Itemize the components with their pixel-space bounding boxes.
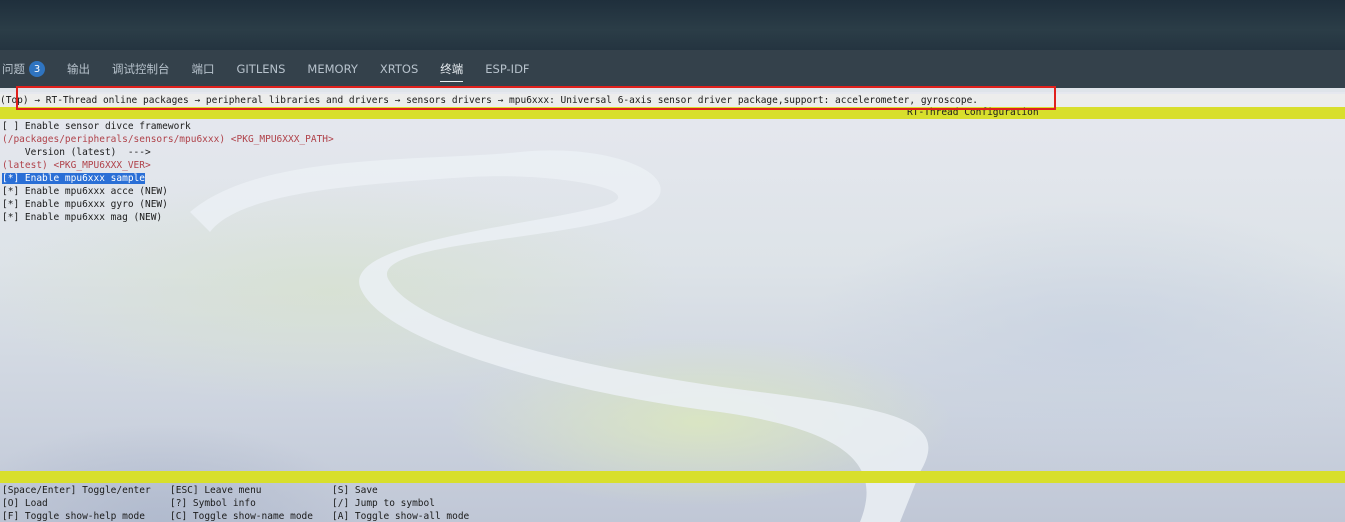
help-toggle-help-mode: [F] Toggle show-help mode: [2, 511, 145, 522]
help-load: [O] Load: [2, 498, 48, 509]
menu-item-text-selected: [*] Enable mpu6xxx sample: [2, 173, 145, 184]
menu-item-text: (latest) <PKG_MPU6XXX_VER>: [2, 160, 151, 171]
terminal-view[interactable]: (Top) → RT-Thread online packages → peri…: [0, 86, 1345, 522]
menu-item-text: [ ] Enable sensor divce framework: [2, 121, 191, 132]
tab-debug-console[interactable]: 调试控制台: [101, 50, 181, 88]
tab-esp-idf[interactable]: ESP-IDF: [474, 50, 540, 88]
menu-item-enable-sample[interactable]: [*] Enable mpu6xxx sample: [2, 172, 334, 185]
panel-tab-bar: 问题 3 输出 调试控制台 端口 GITLENS MEMORY XRTOS 终端…: [0, 50, 1345, 88]
tab-label: 终端: [440, 62, 464, 76]
tab-label: 端口: [191, 62, 215, 76]
menu-item-enable-acce[interactable]: [*] Enable mpu6xxx acce (NEW): [2, 185, 334, 198]
help-save: [S] Save: [332, 485, 378, 496]
menu-item-text: [*] Enable mpu6xxx gyro (NEW): [2, 199, 168, 210]
help-symbol-info: [?] Symbol info: [170, 498, 256, 509]
menu-item-pkg-path[interactable]: (/packages/peripherals/sensors/mpu6xxx) …: [2, 133, 334, 146]
menuconfig-list: [ ] Enable sensor divce framework (/pack…: [2, 120, 334, 224]
help-toggle-enter: [Space/Enter] Toggle/enter: [2, 485, 151, 496]
tab-label: 调试控制台: [112, 62, 170, 76]
menu-item-text: [*] Enable mpu6xxx acce (NEW): [2, 186, 168, 197]
menu-breadcrumb-path: (Top) → RT-Thread online packages → peri…: [0, 94, 1345, 107]
tab-ports[interactable]: 端口: [181, 50, 226, 88]
menu-item-enable-gyro[interactable]: [*] Enable mpu6xxx gyro (NEW): [2, 198, 334, 211]
help-leave-menu: [ESC] Leave menu: [170, 485, 262, 496]
help-row: [O] Load [?] Symbol info [/] Jump to sym…: [2, 497, 532, 510]
tab-terminal[interactable]: 终端: [429, 50, 474, 88]
tab-label: XRTOS: [379, 62, 419, 76]
tab-gitlens[interactable]: GITLENS: [226, 50, 297, 88]
help-row: [F] Toggle show-help mode [C] Toggle sho…: [2, 510, 532, 522]
key-help: [Space/Enter] Toggle/enter [ESC] Leave m…: [2, 484, 532, 522]
help-toggle-all-mode: [A] Toggle show-all mode: [332, 511, 470, 522]
tab-label: MEMORY: [307, 62, 358, 76]
help-jump-to-symbol: [/] Jump to symbol: [332, 498, 435, 509]
problems-count-badge: 3: [29, 61, 45, 77]
menu-item-version[interactable]: Version (latest) --->: [2, 146, 334, 159]
tab-label: 问题: [2, 62, 25, 76]
tab-label: ESP-IDF: [485, 62, 530, 76]
background-header: [0, 0, 1345, 50]
status-bar: [0, 471, 1345, 483]
title-bar: [0, 107, 1345, 119]
help-toggle-name-mode: [C] Toggle show-name mode: [170, 511, 313, 522]
tab-problems[interactable]: 问题 3: [0, 50, 56, 88]
tab-label: 输出: [67, 62, 90, 76]
menu-item-text: Version (latest) --->: [2, 147, 151, 158]
menu-item-pkg-ver[interactable]: (latest) <PKG_MPU6XXX_VER>: [2, 159, 334, 172]
tab-label: GITLENS: [236, 62, 286, 76]
menu-item-enable-mag[interactable]: [*] Enable mpu6xxx mag (NEW): [2, 211, 334, 224]
config-title: RT-Thread Configuration: [907, 107, 1039, 118]
help-row: [Space/Enter] Toggle/enter [ESC] Leave m…: [2, 484, 532, 497]
tab-xrtos[interactable]: XRTOS: [369, 50, 429, 88]
menu-item-text: [*] Enable mpu6xxx mag (NEW): [2, 212, 163, 223]
tab-output[interactable]: 输出: [56, 50, 101, 88]
tab-memory[interactable]: MEMORY: [296, 50, 368, 88]
menu-item-text: (/packages/peripherals/sensors/mpu6xxx) …: [2, 134, 334, 145]
menu-item-sensor-framework[interactable]: [ ] Enable sensor divce framework: [2, 120, 334, 133]
